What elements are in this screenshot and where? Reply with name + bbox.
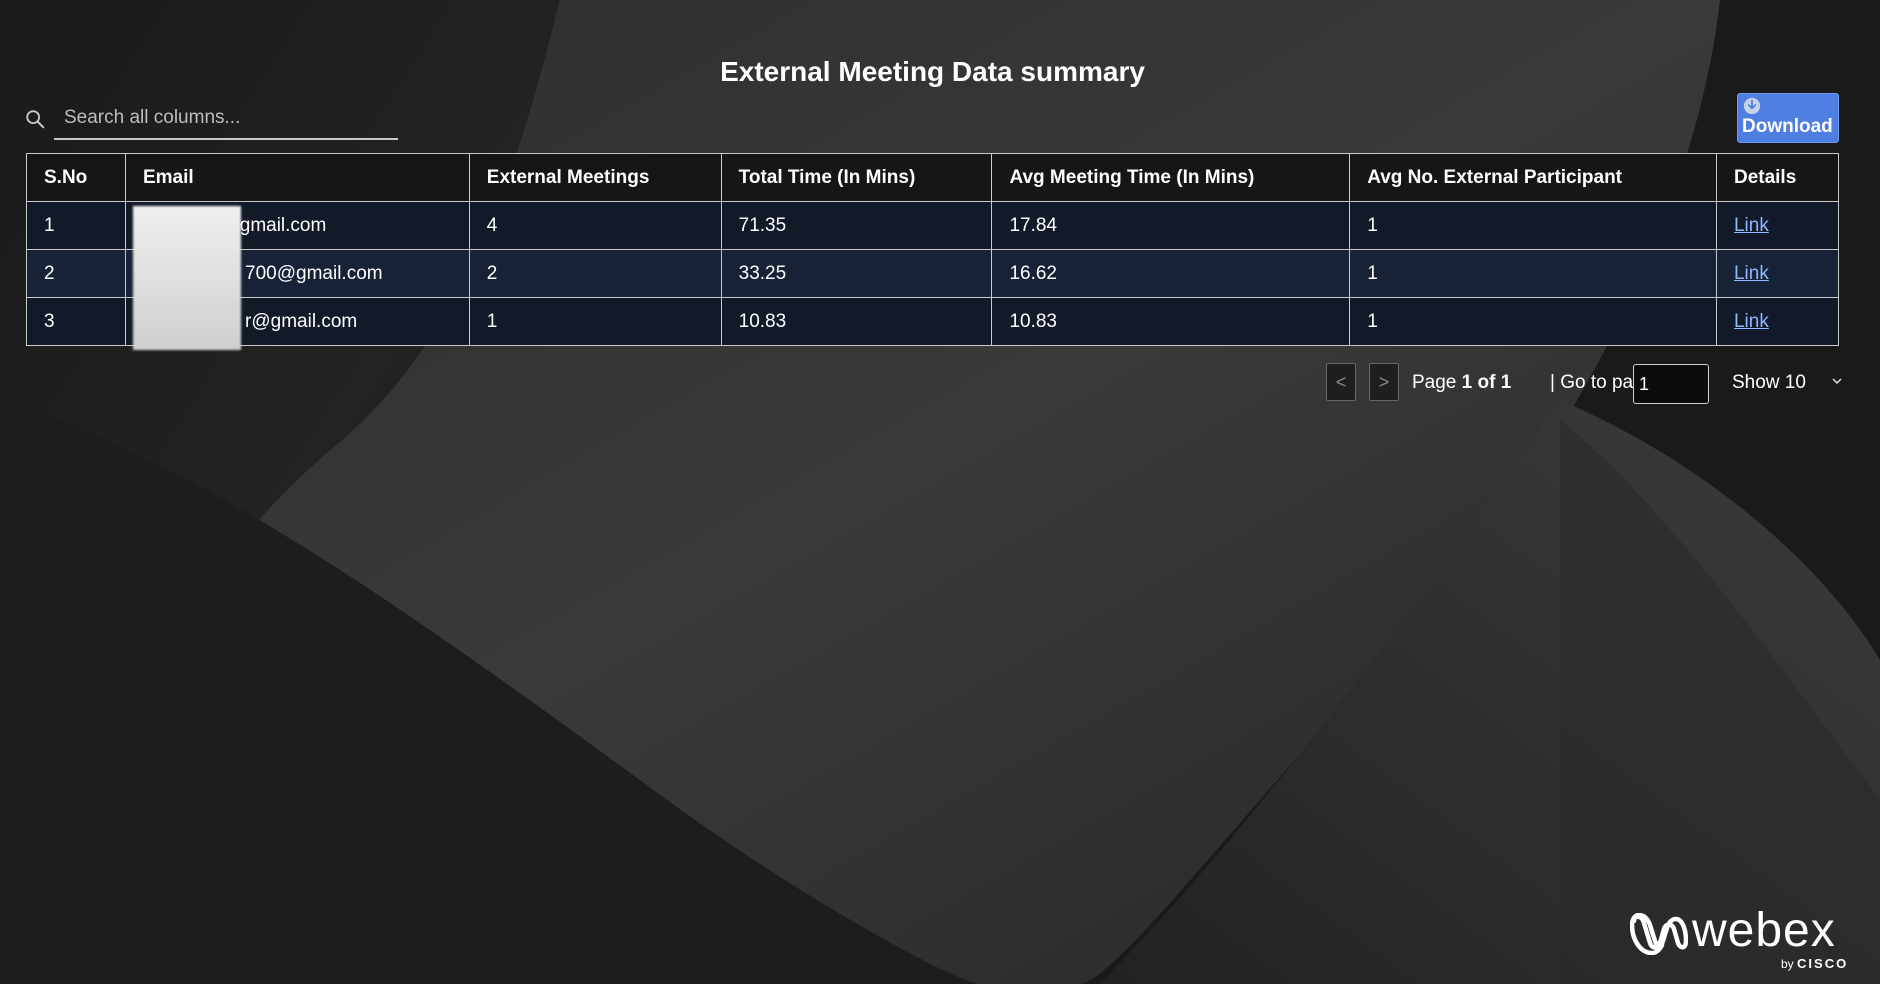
cell-external-meetings: 1 [468,297,722,346]
column-header-external-meetings[interactable]: External Meetings [468,153,722,202]
cell-sno: 1 [26,201,126,250]
cell-total-time: 33.25 [720,249,993,298]
next-page-button[interactable]: > [1369,363,1399,401]
details-link[interactable]: Link [1734,311,1769,332]
column-header-avg-participants[interactable]: Avg No. External Participant [1349,153,1717,202]
cell-total-time: 71.35 [720,201,993,250]
details-link[interactable]: Link [1734,263,1769,284]
cell-details: Link [1715,249,1840,298]
download-label: Download [1742,116,1833,137]
email-suffix: 700@gmail.com [245,262,383,284]
redaction-overlay [133,206,241,350]
details-link[interactable]: Link [1734,215,1769,236]
column-header-email[interactable]: Email [124,153,470,202]
cisco-label: CISCO [1797,956,1849,971]
cell-avg-meeting-time: 17.84 [991,201,1351,250]
webex-logo-icon [1630,913,1688,955]
page-current: 1 of 1 [1461,372,1512,393]
cell-avg-participants: 1 [1349,249,1717,298]
table-header-row: S.No Email External Meetings Total Time … [26,153,1840,202]
page-size-label: Show 10 [1732,372,1806,393]
cell-sno: 3 [26,297,126,346]
by-label: by [1781,957,1794,971]
table-row: 1 jdgmail.com 4 71.35 17.84 1 Link [26,201,1840,250]
cell-details: Link [1715,297,1840,346]
table-row: 2 ch700@gmail.com 2 33.25 16.62 1 Link [26,249,1840,298]
page-prefix: Page [1412,372,1457,393]
cell-external-meetings: 2 [468,249,722,298]
by-cisco-text: by CISCO [1781,956,1848,971]
download-button[interactable]: Download [1737,93,1839,143]
goto-page-input[interactable] [1633,364,1709,404]
page-size-select[interactable]: Show 10 [1732,372,1844,394]
meeting-summary-table: S.No Email External Meetings Total Time … [26,153,1840,346]
webex-wordmark: webex [1692,904,1836,957]
download-icon [1743,97,1761,115]
chevron-down-icon [1832,378,1842,385]
cell-avg-participants: 1 [1349,297,1717,346]
cell-external-meetings: 4 [468,201,722,250]
column-header-sno[interactable]: S.No [26,153,126,202]
background-art [0,0,1880,984]
previous-page-button[interactable]: < [1326,363,1356,401]
cell-avg-meeting-time: 10.83 [991,297,1351,346]
cell-avg-meeting-time: 16.62 [991,249,1351,298]
column-header-total-time[interactable]: Total Time (In Mins) [720,153,993,202]
search-input[interactable] [54,98,398,140]
page-indicator: Page 1 of 1 [1412,372,1511,394]
column-header-details[interactable]: Details [1715,153,1840,202]
cell-sno: 2 [26,249,126,298]
search-icon [26,110,45,129]
email-suffix: r@gmail.com [245,310,358,332]
email-suffix: gmail.com [239,214,327,236]
search-bar [22,98,398,142]
page-title: External Meeting Data summary [720,56,1145,87]
webex-logo: webex by CISCO [1628,904,1854,975]
column-header-avg-meeting-time[interactable]: Avg Meeting Time (In Mins) [991,153,1351,202]
cell-details: Link [1715,201,1840,250]
cell-avg-participants: 1 [1349,201,1717,250]
table-row: 3 ricr@gmail.com 1 10.83 10.83 1 Link [26,297,1840,346]
cell-total-time: 10.83 [720,297,993,346]
